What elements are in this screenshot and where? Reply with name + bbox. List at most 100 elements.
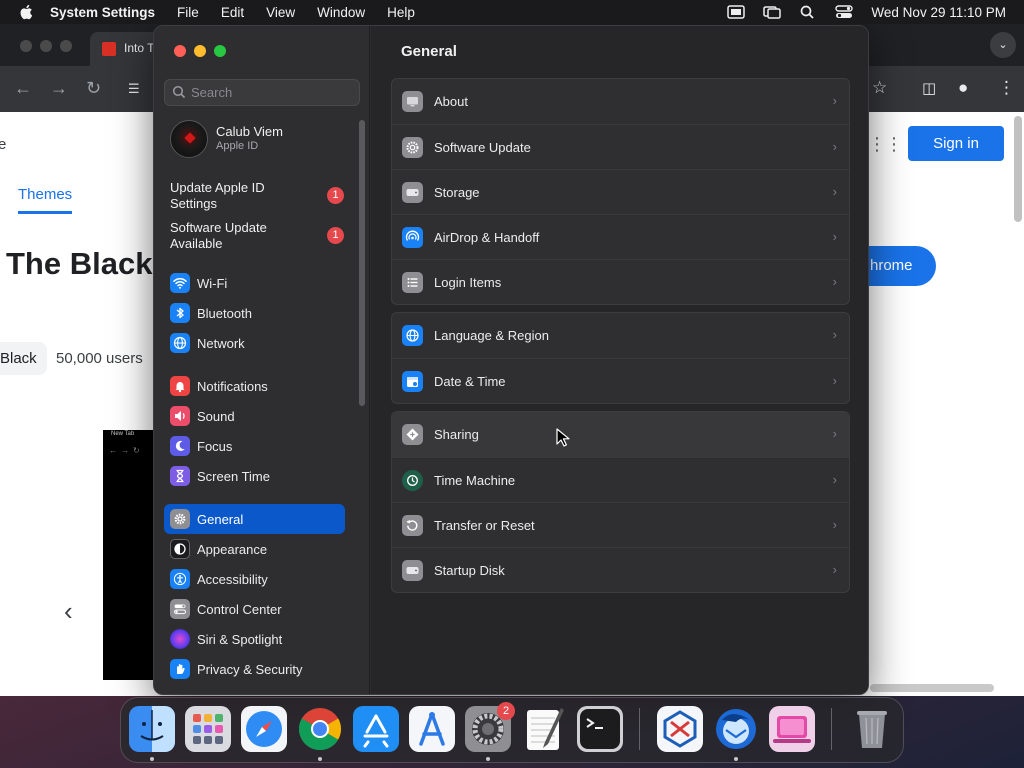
row-sharing[interactable]: Sharing › <box>392 412 849 457</box>
settings-group-locale: Language & Region › Date & Time › <box>391 312 850 404</box>
sidebar-item-accessibility[interactable]: Accessibility <box>164 564 345 594</box>
row-storage[interactable]: Storage › <box>392 169 849 214</box>
dock-textedit-icon[interactable] <box>521 706 567 752</box>
sidebar-item-screen-time[interactable]: Screen Time <box>164 461 345 491</box>
dock-finder-icon[interactable] <box>129 706 175 752</box>
tab-search-chevron-icon[interactable]: ⌄ <box>990 32 1016 58</box>
display-icon <box>402 91 423 112</box>
user-count: 50,000 users <box>56 350 143 367</box>
menu-view[interactable]: View <box>266 5 295 20</box>
sidebar-item-label: Control Center <box>197 601 282 617</box>
sidebar-item-notifications[interactable]: Notifications <box>164 371 345 401</box>
theme-category-pill[interactable]: Black <box>0 342 47 375</box>
notice-label: Software Update Available <box>170 220 267 251</box>
input-source-icon[interactable] <box>727 5 746 19</box>
dock-instruments-icon[interactable] <box>409 706 455 752</box>
sidebar-item-network[interactable]: Network <box>164 328 345 358</box>
menu-help[interactable]: Help <box>387 5 415 20</box>
chrome-menu-icon[interactable]: ⋮ <box>998 78 1015 98</box>
minimize-button[interactable] <box>194 45 206 57</box>
apple-id-account[interactable]: Calub Viem Apple ID <box>170 120 360 160</box>
hand-icon <box>170 659 190 679</box>
dock-thunderbird-icon[interactable] <box>713 706 759 752</box>
dock-separator <box>831 708 832 750</box>
close-button[interactable] <box>174 45 186 57</box>
sidebar-item-siri-spotlight[interactable]: Siri & Spotlight <box>164 624 345 654</box>
row-software-update[interactable]: Software Update › <box>392 124 849 169</box>
menu-clock[interactable]: Wed Nov 29 11:10 PM <box>871 5 1006 20</box>
menu-file[interactable]: File <box>177 5 199 20</box>
dock-trash-icon[interactable] <box>849 706 895 752</box>
row-label: Login Items <box>434 274 502 290</box>
preview-nav-icons: ←→↻ <box>109 446 144 455</box>
sidebar-item-label: Privacy & Security <box>197 661 303 677</box>
sidebar-item-label: Focus <box>197 438 233 454</box>
sidebar-item-privacy-security[interactable]: Privacy & Security <box>164 654 345 684</box>
dock-running-indicator <box>318 757 322 761</box>
zoom-button[interactable] <box>214 45 226 57</box>
sidebar-scrollbar[interactable] <box>359 120 365 406</box>
notice-badge: 1 <box>327 187 344 204</box>
preview-tab-label: New Tab <box>111 431 135 437</box>
row-label: Time Machine <box>434 472 516 488</box>
sidebar-item-bluetooth[interactable]: Bluetooth <box>164 298 345 328</box>
search-field[interactable] <box>164 79 360 106</box>
row-login-items[interactable]: Login Items › <box>392 259 849 304</box>
control-center-icon[interactable] <box>835 5 854 19</box>
dock-launchpad-icon[interactable] <box>185 706 231 752</box>
page-title: General <box>401 43 457 60</box>
forward-arrow-icon[interactable]: → <box>50 78 68 99</box>
header-text-fragment: e <box>0 136 7 153</box>
row-airdrop-handoff[interactable]: AirDrop & Handoff › <box>392 214 849 259</box>
dock-chrome-icon[interactable] <box>297 706 343 752</box>
chevron-right-icon: › <box>832 327 837 342</box>
themes-tab[interactable]: Themes <box>18 186 73 214</box>
vertical-scrollbar[interactable] <box>1014 116 1022 222</box>
search-input[interactable] <box>191 80 355 105</box>
site-settings-icon[interactable]: ☰ <box>128 81 140 97</box>
notice-update-apple-id[interactable]: Update Apple ID Settings 1 <box>170 180 350 212</box>
row-time-machine[interactable]: Time Machine › <box>392 457 849 502</box>
sidebar-item-appearance[interactable]: Appearance <box>164 534 345 564</box>
sidebar-item-sound[interactable]: Sound <box>164 401 345 431</box>
profile-icon[interactable]: ● <box>958 78 968 98</box>
side-panel-icon[interactable]: ◫ <box>922 79 936 97</box>
row-startup-disk[interactable]: Startup Disk › <box>392 547 849 592</box>
spotlight-search-icon[interactable] <box>799 5 817 19</box>
dock-separator <box>639 708 640 750</box>
menu-window[interactable]: Window <box>317 5 365 20</box>
reload-icon[interactable]: ↻ <box>86 78 101 99</box>
dock-cleanmymac-icon[interactable] <box>769 706 815 752</box>
dock-virtualbox-icon[interactable] <box>657 706 703 752</box>
sign-in-button[interactable]: Sign in <box>908 126 1004 161</box>
row-label: Transfer or Reset <box>434 517 535 533</box>
dock-terminal-icon[interactable] <box>577 706 623 752</box>
menu-edit[interactable]: Edit <box>221 5 244 20</box>
dock-app-store-icon[interactable] <box>353 706 399 752</box>
apple-logo-icon[interactable] <box>18 3 36 21</box>
screen-mirroring-icon[interactable] <box>763 5 782 19</box>
sidebar-item-label: Accessibility <box>197 571 268 587</box>
sidebar-item-label: Sound <box>197 408 235 424</box>
notice-software-update[interactable]: Software Update Available 1 <box>170 220 350 252</box>
bookmark-star-icon[interactable]: ☆ <box>872 78 887 98</box>
sidebar-item-wifi[interactable]: Wi-Fi <box>164 268 345 298</box>
chrome-window-controls[interactable] <box>20 40 72 52</box>
dock-safari-icon[interactable] <box>241 706 287 752</box>
airdrop-icon <box>402 226 423 248</box>
menu-bar: System Settings File Edit View Window He… <box>0 0 1024 24</box>
clock-icon <box>402 469 423 491</box>
row-language-region[interactable]: Language & Region › <box>392 313 849 358</box>
row-transfer-reset[interactable]: Transfer or Reset › <box>392 502 849 547</box>
row-about[interactable]: About › <box>392 79 849 124</box>
horizontal-scrollbar[interactable] <box>870 684 994 692</box>
back-arrow-icon[interactable]: ← <box>14 78 32 99</box>
sidebar-item-focus[interactable]: Focus <box>164 431 345 461</box>
sidebar-item-general[interactable]: General <box>164 504 345 534</box>
window-controls <box>174 45 226 57</box>
menu-app-name[interactable]: System Settings <box>50 5 155 20</box>
sidebar-item-control-center[interactable]: Control Center <box>164 594 345 624</box>
row-date-time[interactable]: Date & Time › <box>392 358 849 403</box>
carousel-prev-icon[interactable]: ‹ <box>64 596 73 627</box>
list-icon <box>402 271 423 293</box>
